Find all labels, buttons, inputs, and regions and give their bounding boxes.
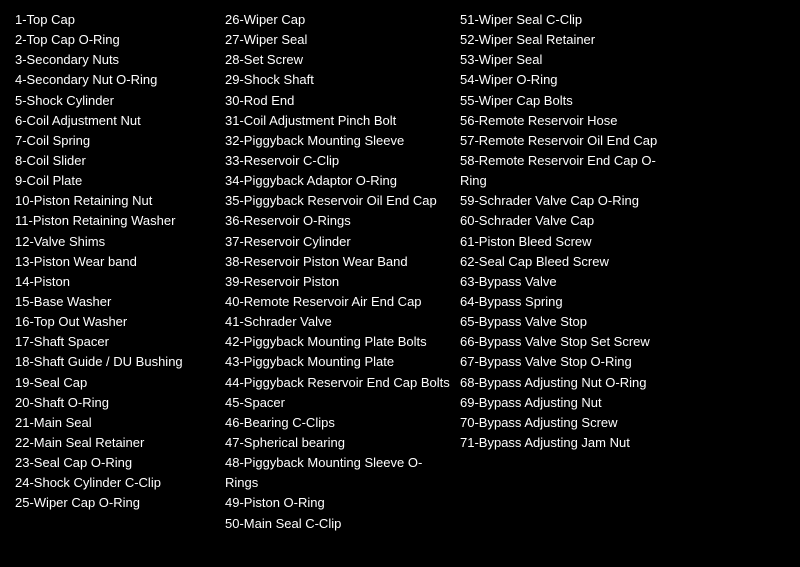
- list-item: 35-Piggyback Reservoir Oil End Cap: [225, 191, 450, 211]
- list-item: 58-Remote Reservoir End Cap O-Ring: [460, 151, 680, 191]
- list-item: 2-Top Cap O-Ring: [15, 30, 215, 50]
- column-2: 26-Wiper Cap27-Wiper Seal28-Set Screw29-…: [225, 10, 460, 534]
- list-item: 8-Coil Slider: [15, 151, 215, 171]
- list-item: 31-Coil Adjustment Pinch Bolt: [225, 111, 450, 131]
- list-item: 28-Set Screw: [225, 50, 450, 70]
- list-item: 43-Piggyback Mounting Plate: [225, 352, 450, 372]
- list-item: 37-Reservoir Cylinder: [225, 232, 450, 252]
- list-item: 69-Bypass Adjusting Nut: [460, 393, 680, 413]
- list-item: 53-Wiper Seal: [460, 50, 680, 70]
- list-item: 3-Secondary Nuts: [15, 50, 215, 70]
- list-item: 13-Piston Wear band: [15, 252, 215, 272]
- list-item: 65-Bypass Valve Stop: [460, 312, 680, 332]
- list-item: 27-Wiper Seal: [225, 30, 450, 50]
- list-item: 12-Valve Shims: [15, 232, 215, 252]
- list-item: 18-Shaft Guide / DU Bushing: [15, 352, 215, 372]
- list-item: 11-Piston Retaining Washer: [15, 211, 215, 231]
- list-item: 7-Coil Spring: [15, 131, 215, 151]
- list-item: 24-Shock Cylinder C-Clip: [15, 473, 215, 493]
- list-item: 51-Wiper Seal C-Clip: [460, 10, 680, 30]
- list-item: 52-Wiper Seal Retainer: [460, 30, 680, 50]
- list-item: 71-Bypass Adjusting Jam Nut: [460, 433, 680, 453]
- list-item: 39-Reservoir Piston: [225, 272, 450, 292]
- list-item: 61-Piston Bleed Screw: [460, 232, 680, 252]
- parts-list: 1-Top Cap2-Top Cap O-Ring3-Secondary Nut…: [15, 10, 785, 534]
- list-item: 57-Remote Reservoir Oil End Cap: [460, 131, 680, 151]
- list-item: 16-Top Out Washer: [15, 312, 215, 332]
- list-item: 38-Reservoir Piston Wear Band: [225, 252, 450, 272]
- list-item: 48-Piggyback Mounting Sleeve O-Rings: [225, 453, 450, 493]
- list-item: 32-Piggyback Mounting Sleeve: [225, 131, 450, 151]
- list-item: 9-Coil Plate: [15, 171, 215, 191]
- column-1: 1-Top Cap2-Top Cap O-Ring3-Secondary Nut…: [15, 10, 225, 514]
- list-item: 40-Remote Reservoir Air End Cap: [225, 292, 450, 312]
- list-item: 49-Piston O-Ring: [225, 493, 450, 513]
- list-item: 25-Wiper Cap O-Ring: [15, 493, 215, 513]
- list-item: 14-Piston: [15, 272, 215, 292]
- list-item: 41-Schrader Valve: [225, 312, 450, 332]
- list-item: 30-Rod End: [225, 91, 450, 111]
- list-item: 23-Seal Cap O-Ring: [15, 453, 215, 473]
- list-item: 66-Bypass Valve Stop Set Screw: [460, 332, 680, 352]
- list-item: 19-Seal Cap: [15, 373, 215, 393]
- list-item: 34-Piggyback Adaptor O-Ring: [225, 171, 450, 191]
- list-item: 67-Bypass Valve Stop O-Ring: [460, 352, 680, 372]
- list-item: 4-Secondary Nut O-Ring: [15, 70, 215, 90]
- list-item: 15-Base Washer: [15, 292, 215, 312]
- list-item: 26-Wiper Cap: [225, 10, 450, 30]
- list-item: 33-Reservoir C-Clip: [225, 151, 450, 171]
- list-item: 17-Shaft Spacer: [15, 332, 215, 352]
- list-item: 54-Wiper O-Ring: [460, 70, 680, 90]
- list-item: 56-Remote Reservoir Hose: [460, 111, 680, 131]
- list-item: 55-Wiper Cap Bolts: [460, 91, 680, 111]
- list-item: 5-Shock Cylinder: [15, 91, 215, 111]
- list-item: 36-Reservoir O-Rings: [225, 211, 450, 231]
- list-item: 45-Spacer: [225, 393, 450, 413]
- list-item: 59-Schrader Valve Cap O-Ring: [460, 191, 680, 211]
- list-item: 10-Piston Retaining Nut: [15, 191, 215, 211]
- column-3: 51-Wiper Seal C-Clip52-Wiper Seal Retain…: [460, 10, 690, 453]
- list-item: 46-Bearing C-Clips: [225, 413, 450, 433]
- list-item: 64-Bypass Spring: [460, 292, 680, 312]
- list-item: 1-Top Cap: [15, 10, 215, 30]
- list-item: 20-Shaft O-Ring: [15, 393, 215, 413]
- list-item: 68-Bypass Adjusting Nut O-Ring: [460, 373, 680, 393]
- list-item: 62-Seal Cap Bleed Screw: [460, 252, 680, 272]
- list-item: 63-Bypass Valve: [460, 272, 680, 292]
- list-item: 6-Coil Adjustment Nut: [15, 111, 215, 131]
- list-item: 29-Shock Shaft: [225, 70, 450, 90]
- list-item: 50-Main Seal C-Clip: [225, 514, 450, 534]
- list-item: 47-Spherical bearing: [225, 433, 450, 453]
- list-item: 44-Piggyback Reservoir End Cap Bolts: [225, 373, 450, 393]
- list-item: 42-Piggyback Mounting Plate Bolts: [225, 332, 450, 352]
- list-item: 22-Main Seal Retainer: [15, 433, 215, 453]
- list-item: 21-Main Seal: [15, 413, 215, 433]
- list-item: 70-Bypass Adjusting Screw: [460, 413, 680, 433]
- list-item: 60-Schrader Valve Cap: [460, 211, 680, 231]
